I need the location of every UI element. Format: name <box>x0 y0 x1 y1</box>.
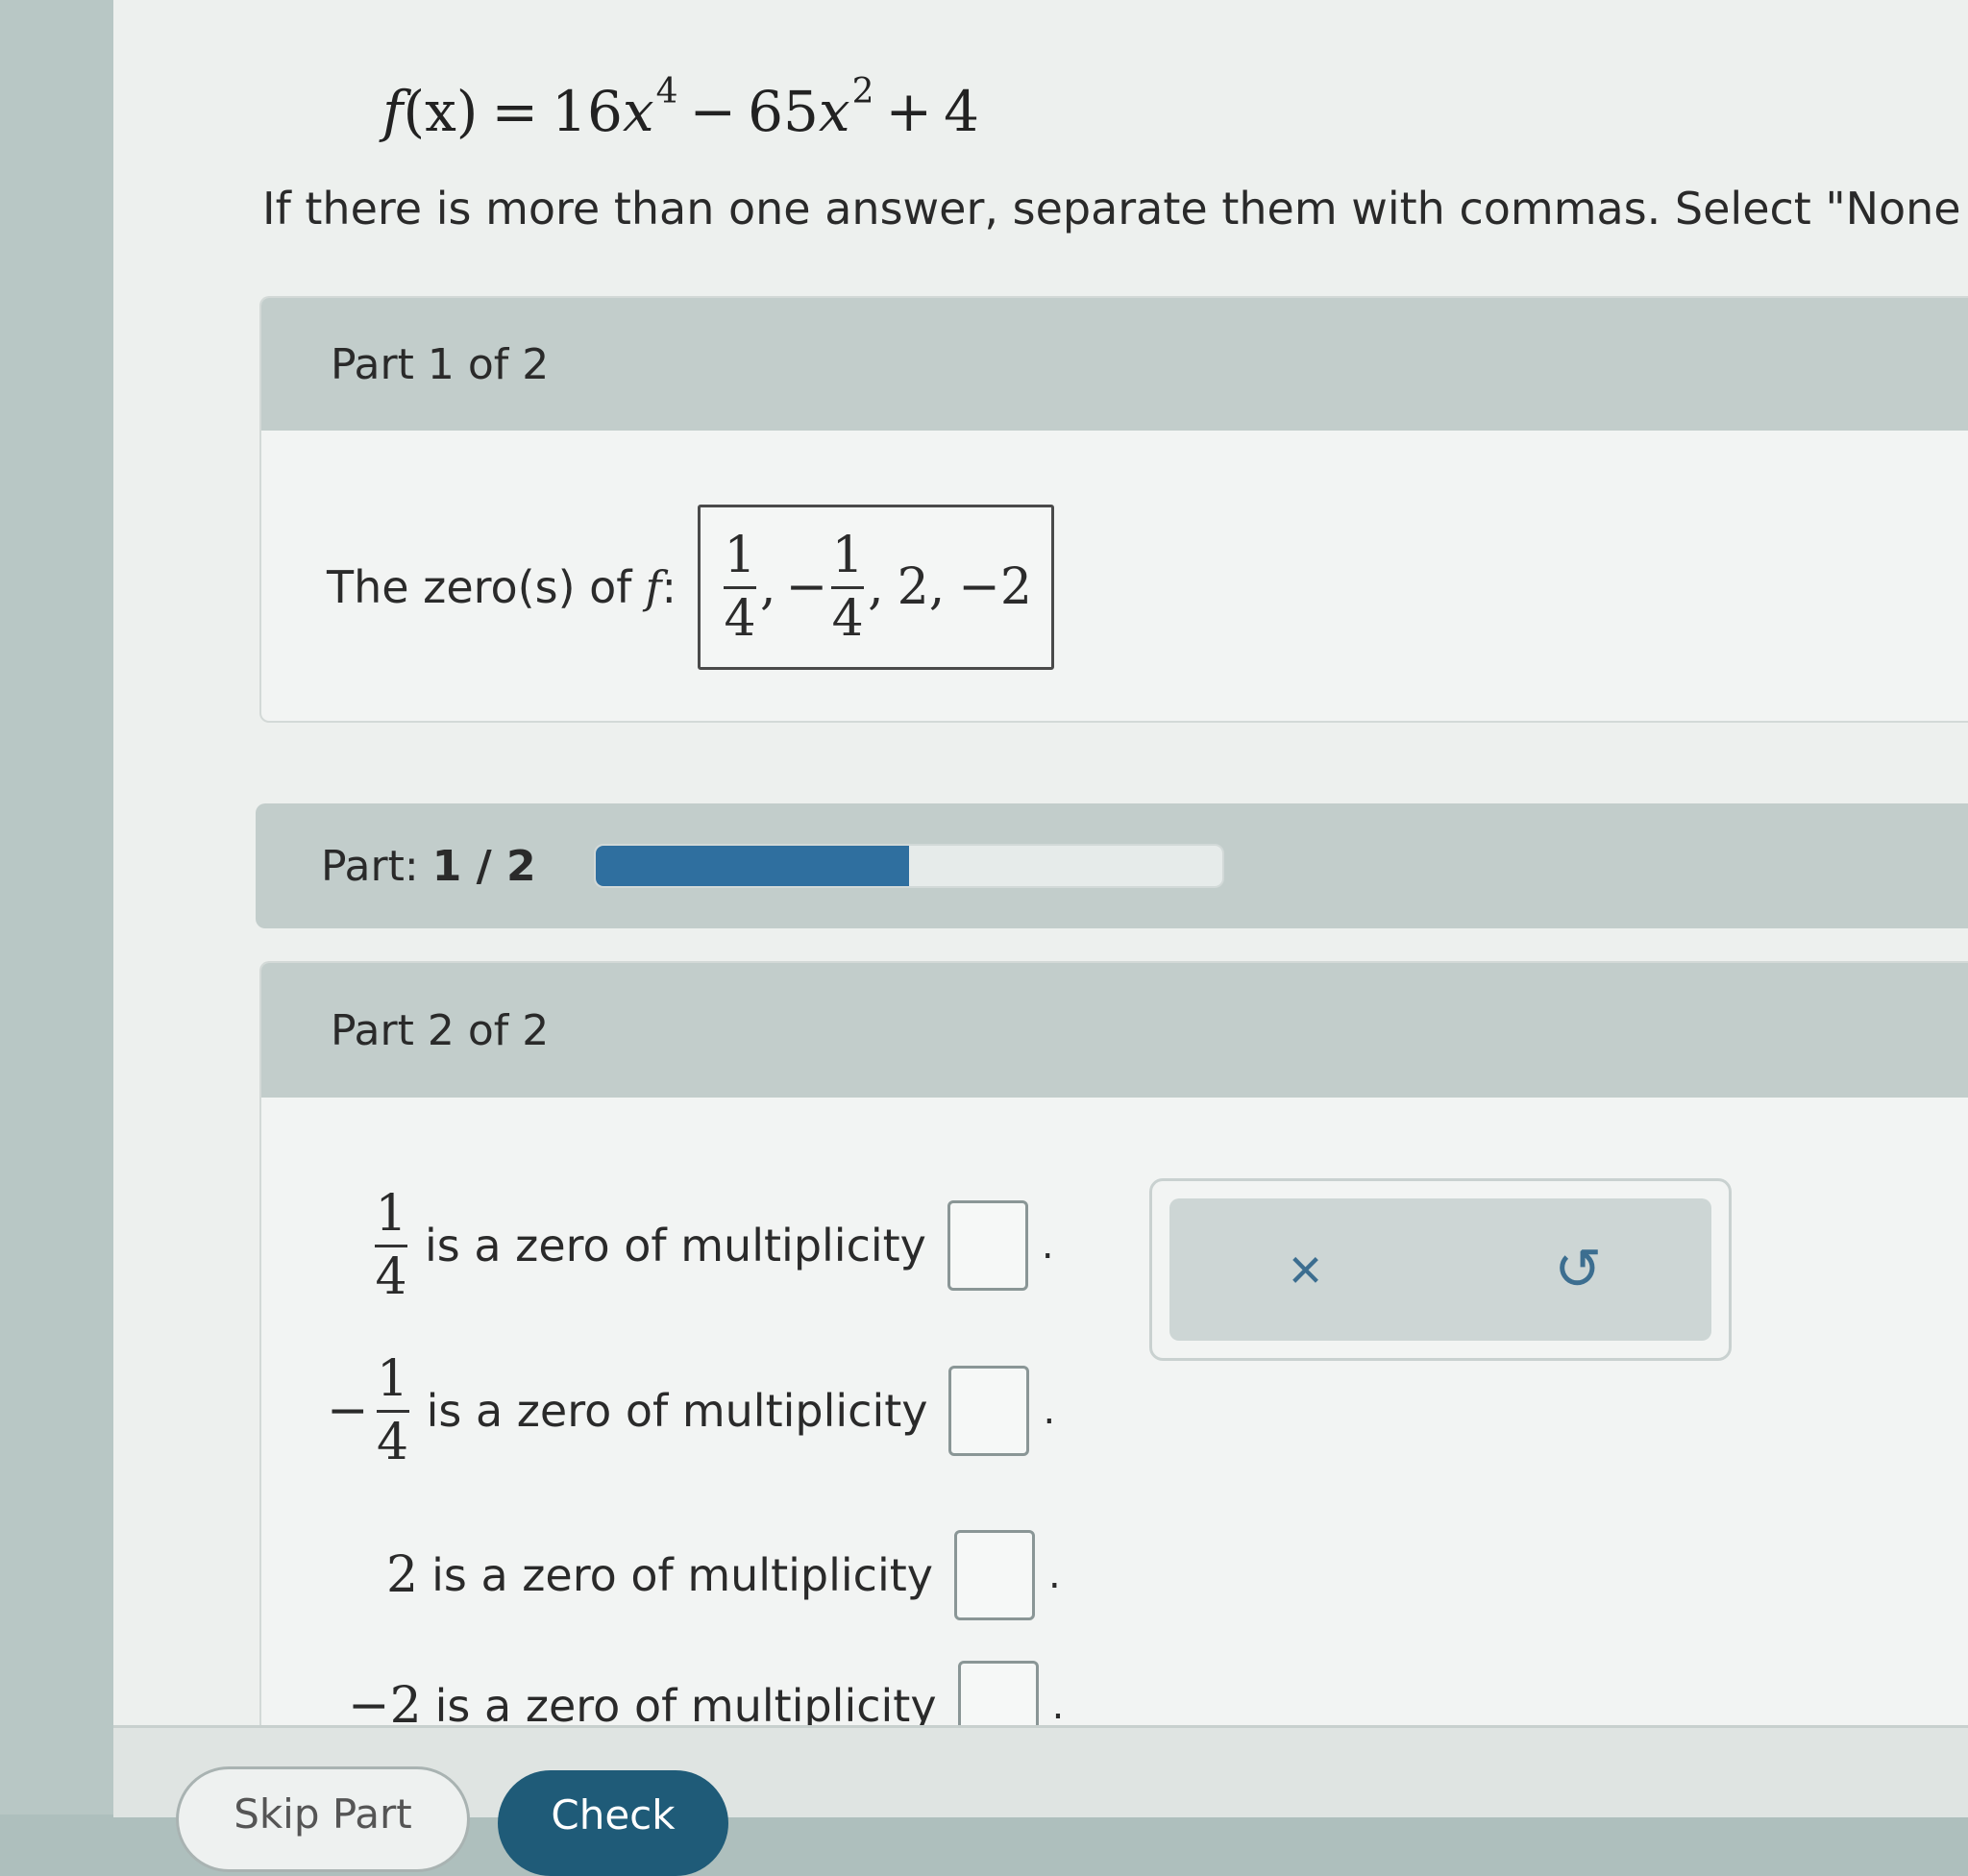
zero-fraction-2: 1 4 <box>831 526 865 648</box>
multiplicity-text: is a zero of multiplicity <box>431 1549 933 1601</box>
function-equation: f (x) = 16 x 4 − 65 x 2 + 4 <box>382 58 979 144</box>
multiplicity-row-1: 1 4 is a zero of multiplicity . <box>371 1188 1054 1303</box>
zero-value: 1 4 <box>375 1185 407 1306</box>
constant-term: 4 <box>944 79 980 144</box>
minus-operator: − <box>689 79 737 144</box>
progress-count: 1 / 2 <box>431 841 536 891</box>
function-name: f <box>382 79 404 144</box>
negative-sign: − <box>785 558 828 616</box>
part1-header: Part 1 of 2 <box>261 298 1968 431</box>
zero-value-4: −2 <box>958 558 1032 616</box>
progress-panel: Part: 1 / 2 <box>256 803 1968 928</box>
undo-icon[interactable]: ↺ <box>1554 1236 1602 1303</box>
instruction-text: If there is more than one answer, separa… <box>262 183 1961 234</box>
separator: , <box>868 558 884 616</box>
zeros-answer-box[interactable]: 1 4 , − 1 4 , 2, −2 <box>698 505 1054 670</box>
function-argument: (x) <box>403 79 479 144</box>
zero-value: 2 <box>386 1546 419 1604</box>
multiplicity-text: is a zero of multiplicity <box>425 1220 926 1272</box>
check-button[interactable]: Check <box>498 1770 728 1876</box>
zeros-label-function: f <box>645 561 662 613</box>
equals-sign: = <box>491 79 539 144</box>
term1-variable: x <box>622 79 654 144</box>
progress-bar <box>593 844 1224 888</box>
multiplicity-input-3[interactable] <box>954 1530 1035 1620</box>
multiplicity-row-3: 2 is a zero of multiplicity . <box>386 1530 1061 1620</box>
multiplicity-text: is a zero of multiplicity <box>426 1385 928 1438</box>
term1-coefficient: 16 <box>552 79 623 144</box>
multiplicity-row-2: − 1 4 is a zero of multiplicity . <box>327 1350 1056 1471</box>
part1-panel: Part 1 of 2 The zero(s) of f : 1 4 , − 1… <box>259 296 1968 723</box>
zero-value-3: 2, <box>897 558 946 616</box>
multiplicity-input-1[interactable] <box>947 1200 1028 1292</box>
plus-operator: + <box>885 79 933 144</box>
term2-variable: x <box>818 79 850 144</box>
term2-coefficient: 65 <box>748 79 819 144</box>
zeros-label-colon: : <box>661 561 677 613</box>
term2-exponent: 2 <box>851 72 874 111</box>
zero-fraction-1: 1 4 <box>724 526 757 648</box>
multiplicity-input-2[interactable] <box>948 1366 1030 1457</box>
skip-part-button[interactable]: Skip Part <box>176 1766 470 1872</box>
separator: , <box>760 558 776 616</box>
answer-tools-panel: × ↺ <box>1149 1178 1732 1361</box>
progress-label: Part: 1 / 2 <box>321 841 536 891</box>
multiplicity-text: is a zero of multiplicity <box>434 1680 937 1732</box>
clear-icon[interactable]: × <box>1289 1237 1322 1303</box>
zeros-answer-row: The zero(s) of f : 1 4 , − 1 4 , 2, −2 <box>327 505 1054 670</box>
zeros-label: The zero(s) of <box>327 561 632 613</box>
part2-header: Part 2 of 2 <box>261 963 1968 1098</box>
term1-exponent: 4 <box>655 72 678 111</box>
progress-bar-fill <box>595 846 909 886</box>
zero-value: − 1 4 <box>327 1350 409 1471</box>
